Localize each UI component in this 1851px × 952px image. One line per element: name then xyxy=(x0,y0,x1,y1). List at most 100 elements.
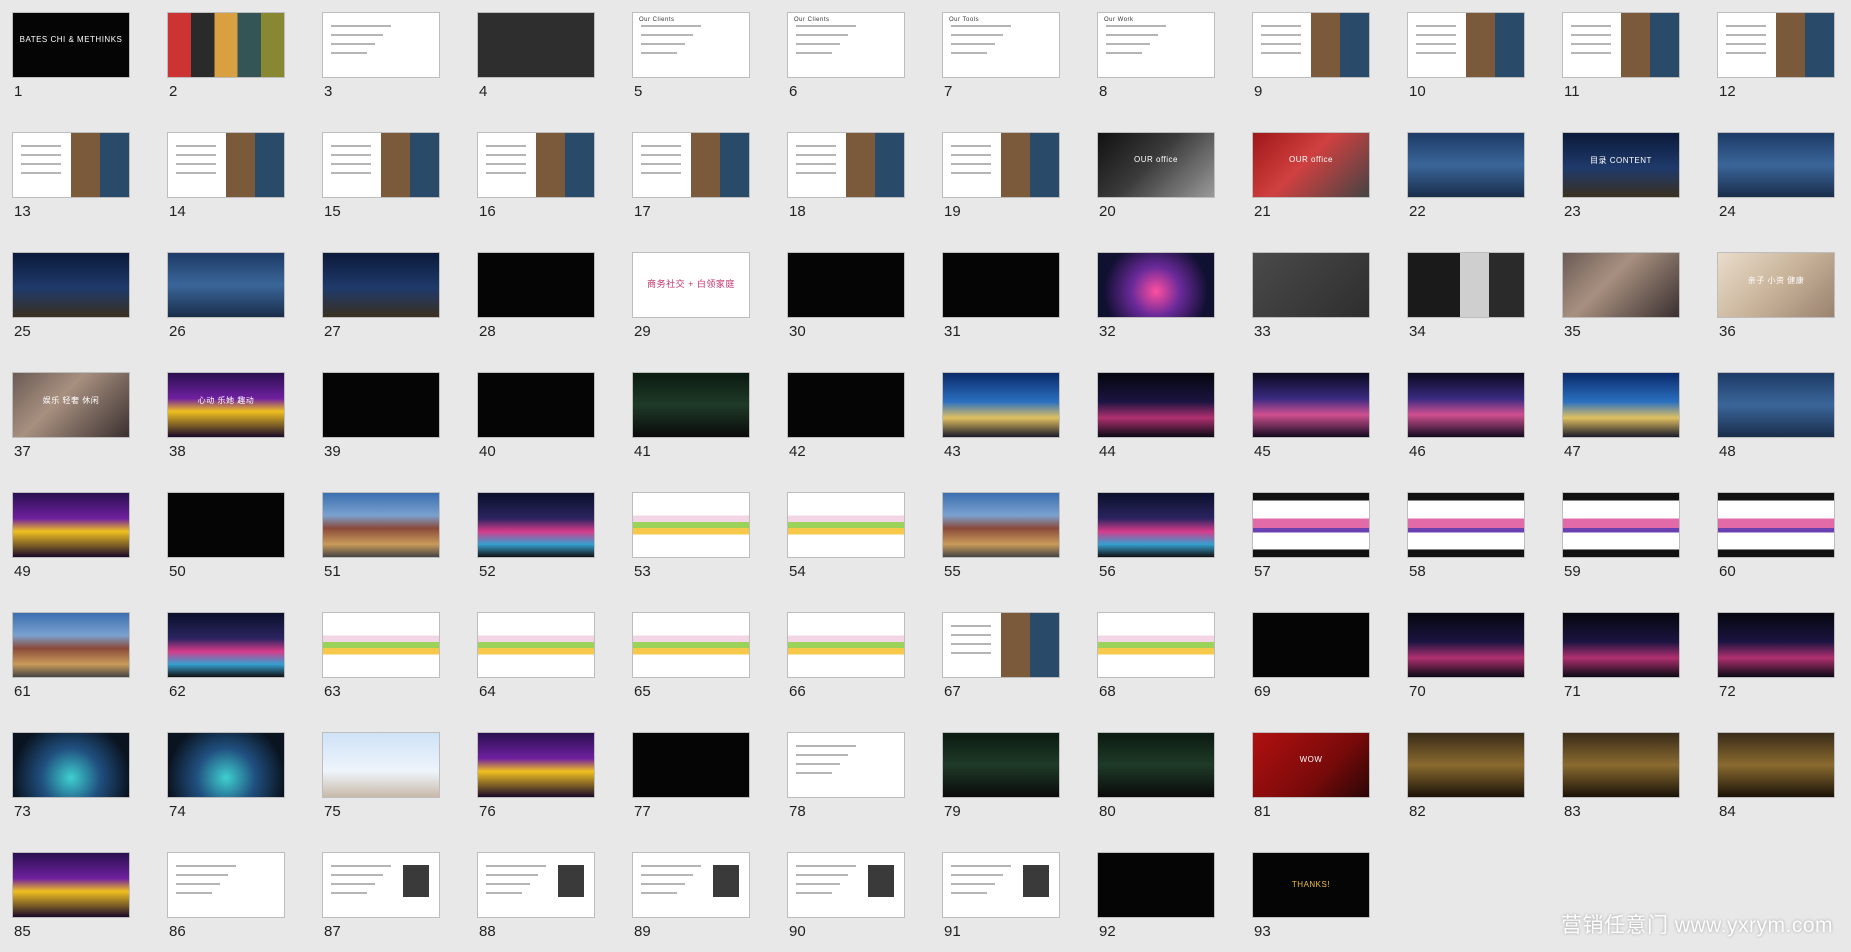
slide-preview[interactable] xyxy=(1097,852,1215,918)
slide-preview[interactable] xyxy=(1717,732,1835,798)
slide-thumbnail[interactable]: 65 xyxy=(632,612,752,712)
slide-preview[interactable]: OUR office xyxy=(1097,132,1215,198)
slide-preview[interactable] xyxy=(322,252,440,318)
slide-preview[interactable] xyxy=(1717,492,1835,558)
slide-thumbnail[interactable]: 56 xyxy=(1097,492,1217,592)
slide-thumbnail[interactable]: 72 xyxy=(1717,612,1837,712)
slide-preview[interactable]: THANKS! xyxy=(1252,852,1370,918)
slide-preview[interactable] xyxy=(167,852,285,918)
slide-preview[interactable]: Our Clients xyxy=(632,12,750,78)
slide-thumbnail[interactable]: 64 xyxy=(477,612,597,712)
slide-thumbnail[interactable]: 70 xyxy=(1407,612,1527,712)
slide-preview[interactable] xyxy=(1407,612,1525,678)
slide-thumbnail[interactable]: 82 xyxy=(1407,732,1527,832)
slide-thumbnail[interactable]: 90 xyxy=(787,852,907,952)
slide-preview[interactable] xyxy=(167,492,285,558)
slide-thumbnail[interactable]: 76 xyxy=(477,732,597,832)
slide-thumbnail[interactable]: Our Tools 7 xyxy=(942,12,1062,112)
slide-thumbnail[interactable]: 67 xyxy=(942,612,1062,712)
slide-thumbnail[interactable]: 62 xyxy=(167,612,287,712)
slide-preview[interactable] xyxy=(1407,492,1525,558)
slide-preview[interactable] xyxy=(322,372,440,438)
slide-thumbnail[interactable]: Our Clients 5 xyxy=(632,12,752,112)
slide-preview[interactable] xyxy=(477,612,595,678)
slide-preview[interactable] xyxy=(477,132,595,198)
slide-preview[interactable] xyxy=(167,252,285,318)
slide-preview[interactable] xyxy=(322,732,440,798)
slide-thumbnail[interactable]: 55 xyxy=(942,492,1062,592)
slide-preview[interactable] xyxy=(167,732,285,798)
slide-preview[interactable] xyxy=(1717,612,1835,678)
slide-preview[interactable] xyxy=(1252,12,1370,78)
slide-thumbnail[interactable]: 24 xyxy=(1717,132,1837,232)
slide-thumbnail[interactable]: 25 xyxy=(12,252,132,352)
slide-thumbnail[interactable]: 33 xyxy=(1252,252,1372,352)
slide-thumbnail[interactable]: OUR office 20 xyxy=(1097,132,1217,232)
slide-preview[interactable] xyxy=(632,612,750,678)
slide-preview[interactable]: OUR office xyxy=(1252,132,1370,198)
slide-preview[interactable] xyxy=(942,372,1060,438)
slide-preview[interactable] xyxy=(1562,732,1680,798)
slide-thumbnail[interactable]: 63 xyxy=(322,612,442,712)
slide-preview[interactable] xyxy=(787,732,905,798)
slide-thumbnail[interactable]: WOW 81 xyxy=(1252,732,1372,832)
slide-preview[interactable] xyxy=(167,132,285,198)
slide-preview[interactable] xyxy=(942,132,1060,198)
slide-thumbnail[interactable]: 43 xyxy=(942,372,1062,472)
slide-thumbnail[interactable]: 16 xyxy=(477,132,597,232)
slide-thumbnail[interactable]: 68 xyxy=(1097,612,1217,712)
slide-thumbnail[interactable]: THANKS! 93 xyxy=(1252,852,1372,952)
slide-thumbnail[interactable]: 30 xyxy=(787,252,907,352)
slide-thumbnail[interactable]: 84 xyxy=(1717,732,1837,832)
slide-preview[interactable] xyxy=(1407,732,1525,798)
slide-preview[interactable] xyxy=(12,612,130,678)
slide-thumbnail[interactable]: 83 xyxy=(1562,732,1682,832)
slide-preview[interactable] xyxy=(1252,492,1370,558)
slide-preview[interactable] xyxy=(632,852,750,918)
slide-thumbnail[interactable]: 41 xyxy=(632,372,752,472)
slide-preview[interactable] xyxy=(787,132,905,198)
slide-thumbnail[interactable]: OUR office 21 xyxy=(1252,132,1372,232)
slide-thumbnail[interactable]: 22 xyxy=(1407,132,1527,232)
slide-thumbnail[interactable]: 44 xyxy=(1097,372,1217,472)
slide-thumbnail[interactable]: 89 xyxy=(632,852,752,952)
slide-preview[interactable] xyxy=(477,852,595,918)
slide-thumbnail[interactable]: 45 xyxy=(1252,372,1372,472)
slide-preview[interactable]: 商务社交 + 白领家庭 xyxy=(632,252,750,318)
slide-preview[interactable] xyxy=(322,12,440,78)
slide-thumbnail[interactable]: 51 xyxy=(322,492,442,592)
slide-preview[interactable] xyxy=(787,612,905,678)
slide-preview[interactable] xyxy=(942,852,1060,918)
slide-thumbnail[interactable]: 79 xyxy=(942,732,1062,832)
slide-preview[interactable] xyxy=(1562,492,1680,558)
slide-thumbnail[interactable]: 48 xyxy=(1717,372,1837,472)
slide-thumbnail[interactable]: 92 xyxy=(1097,852,1217,952)
slide-thumbnail[interactable]: 35 xyxy=(1562,252,1682,352)
slide-preview[interactable] xyxy=(1097,252,1215,318)
slide-thumbnail[interactable]: 27 xyxy=(322,252,442,352)
slide-thumbnail[interactable]: 77 xyxy=(632,732,752,832)
slide-preview[interactable] xyxy=(632,132,750,198)
slide-preview[interactable] xyxy=(1562,12,1680,78)
slide-thumbnail[interactable]: 31 xyxy=(942,252,1062,352)
slide-preview[interactable] xyxy=(322,852,440,918)
slide-thumbnail[interactable]: 85 xyxy=(12,852,132,952)
slide-thumbnail[interactable]: 42 xyxy=(787,372,907,472)
slide-thumbnail[interactable]: 88 xyxy=(477,852,597,952)
slide-thumbnail[interactable]: 10 xyxy=(1407,12,1527,112)
slide-thumbnail[interactable]: 54 xyxy=(787,492,907,592)
slide-thumbnail[interactable]: 亲子 小资 健康 36 xyxy=(1717,252,1837,352)
slide-preview[interactable] xyxy=(632,492,750,558)
slide-preview[interactable] xyxy=(632,732,750,798)
slide-thumbnail[interactable]: 75 xyxy=(322,732,442,832)
slide-thumbnail[interactable]: 娱乐 轻奢 休闲 37 xyxy=(12,372,132,472)
slide-preview[interactable] xyxy=(1562,252,1680,318)
slide-preview[interactable] xyxy=(1717,132,1835,198)
slide-preview[interactable] xyxy=(322,612,440,678)
slide-preview[interactable] xyxy=(477,492,595,558)
slide-preview[interactable]: Our Tools xyxy=(942,12,1060,78)
slide-thumbnail[interactable]: 34 xyxy=(1407,252,1527,352)
slide-preview[interactable]: 亲子 小资 健康 xyxy=(1717,252,1835,318)
slide-thumbnail[interactable]: 15 xyxy=(322,132,442,232)
slide-preview[interactable] xyxy=(1097,492,1215,558)
